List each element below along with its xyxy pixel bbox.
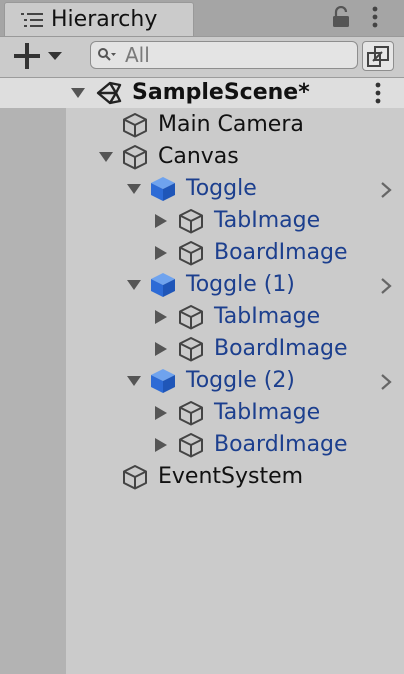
hierarchy-item[interactable]: EventSystem	[0, 461, 404, 493]
hierarchy-item[interactable]: BoardImage	[0, 333, 404, 365]
hierarchy-item-label: Main Camera	[158, 112, 304, 137]
collapsed-arrow-icon[interactable]	[154, 405, 168, 421]
hierarchy-item-label: TabImage	[214, 208, 321, 233]
window-tab-bar: Hierarchy	[0, 0, 404, 37]
collapsed-arrow-icon[interactable]	[154, 213, 168, 229]
hierarchy-item-label: Toggle (1)	[186, 272, 295, 297]
hierarchy-item-label: TabImage	[214, 400, 321, 425]
unity-logo-icon	[96, 81, 122, 105]
scene-visibility-button[interactable]	[362, 41, 394, 71]
gameobject-cube-icon	[123, 113, 147, 138]
hierarchy-item-label: TabImage	[214, 304, 321, 329]
hierarchy-item[interactable]: Main Camera	[0, 109, 404, 141]
hierarchy-item[interactable]: Toggle (2)	[0, 365, 404, 397]
gameobject-cube-icon	[123, 465, 147, 490]
gameobject-cube-icon	[179, 433, 203, 458]
hierarchy-toolbar	[0, 37, 404, 78]
search-icon	[98, 48, 116, 61]
collapsed-arrow-icon[interactable]	[154, 341, 168, 357]
hierarchy-item[interactable]: Toggle	[0, 173, 404, 205]
gameobject-cube-icon	[179, 241, 203, 266]
hierarchy-item-label: BoardImage	[214, 336, 348, 361]
prefab-cube-icon	[151, 177, 175, 201]
hierarchy-list-icon	[21, 13, 43, 27]
hierarchy-item[interactable]: BoardImage	[0, 237, 404, 269]
lock-icon[interactable]	[330, 6, 352, 28]
prefab-open-arrow-icon[interactable]	[380, 373, 392, 391]
prefab-open-arrow-icon[interactable]	[380, 181, 392, 199]
scene-visibility-icon	[367, 46, 389, 67]
expand-arrow-icon[interactable]	[126, 279, 142, 291]
prefab-cube-icon	[151, 369, 175, 393]
kebab-menu-icon[interactable]	[370, 6, 380, 28]
hierarchy-item-label: Canvas	[158, 144, 239, 169]
search-input[interactable]	[125, 43, 345, 67]
hierarchy-item-label: Toggle (2)	[186, 368, 295, 393]
expand-arrow-icon[interactable]	[98, 151, 114, 163]
expand-arrow-icon[interactable]	[126, 183, 142, 195]
collapsed-arrow-icon[interactable]	[154, 309, 168, 325]
gameobject-cube-icon	[123, 145, 147, 170]
scene-row[interactable]: SampleScene*	[0, 78, 404, 109]
create-button[interactable]	[14, 43, 68, 69]
hierarchy-item[interactable]: BoardImage	[0, 429, 404, 461]
expand-arrow-icon[interactable]	[126, 375, 142, 387]
hierarchy-item[interactable]: TabImage	[0, 205, 404, 237]
hierarchy-item-label: BoardImage	[214, 432, 348, 457]
collapsed-arrow-icon[interactable]	[154, 245, 168, 261]
gameobject-cube-icon	[179, 337, 203, 362]
scene-name: SampleScene*	[132, 80, 310, 105]
prefab-open-arrow-icon[interactable]	[380, 277, 392, 295]
hierarchy-item-label: EventSystem	[158, 464, 304, 489]
hierarchy-item[interactable]: Canvas	[0, 141, 404, 173]
hierarchy-item[interactable]: TabImage	[0, 397, 404, 429]
expand-arrow-icon[interactable]	[70, 87, 86, 99]
gameobject-cube-icon	[179, 305, 203, 330]
hierarchy-item[interactable]: Toggle (1)	[0, 269, 404, 301]
tab-hierarchy[interactable]: Hierarchy	[4, 2, 194, 36]
collapsed-arrow-icon[interactable]	[154, 437, 168, 453]
hierarchy-item-label: BoardImage	[214, 240, 348, 265]
prefab-cube-icon	[151, 273, 175, 297]
gameobject-cube-icon	[179, 401, 203, 426]
hierarchy-item[interactable]: TabImage	[0, 301, 404, 333]
search-field[interactable]	[90, 41, 358, 69]
tab-title: Hierarchy	[51, 7, 158, 32]
kebab-menu-icon[interactable]	[373, 82, 383, 104]
gameobject-cube-icon	[179, 209, 203, 234]
hierarchy-item-label: Toggle	[186, 176, 257, 201]
